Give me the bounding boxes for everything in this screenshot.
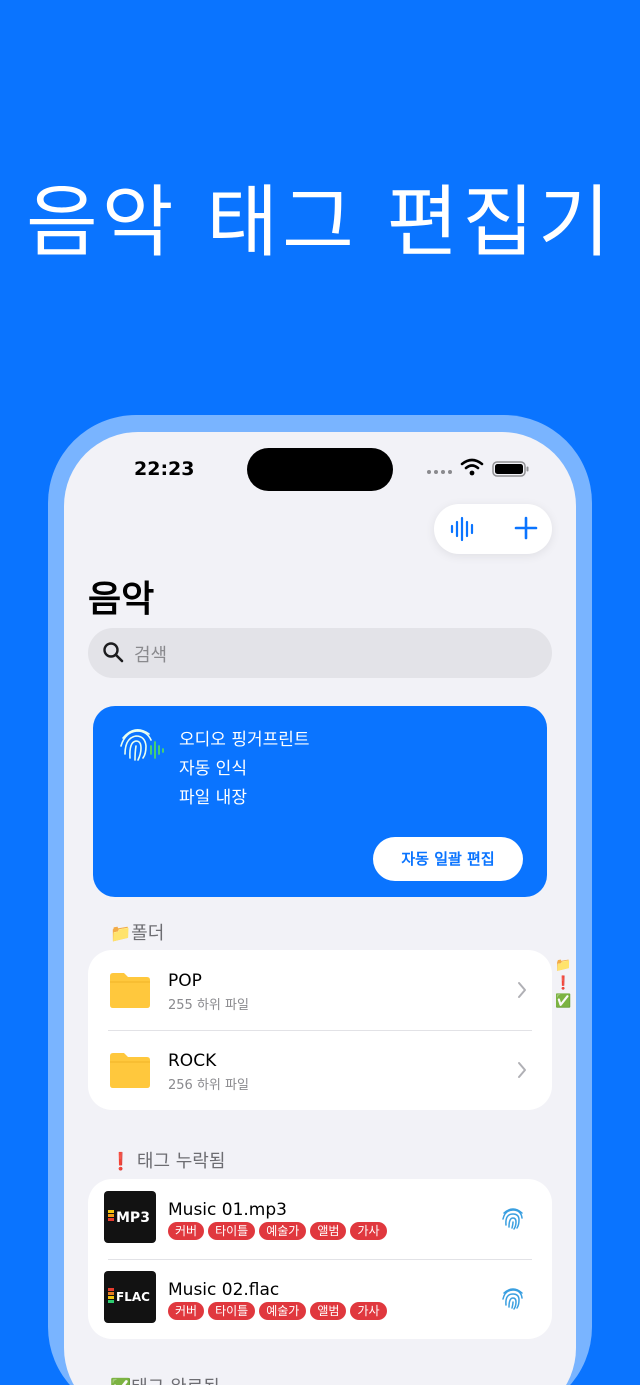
page-title: 음악 — [88, 579, 155, 620]
wifi-icon — [460, 458, 484, 476]
folder-list: POP 255 하위 파일 ROCK 256 하위 파일 — [88, 950, 552, 1110]
status-time: 22:23 — [134, 458, 195, 480]
exclamation-emoji-icon: ❗ — [110, 1152, 132, 1172]
search-input[interactable]: 검색 — [88, 628, 552, 678]
tag-chip: 타이틀 — [208, 1222, 256, 1240]
checkmark-emoji-icon: ✅ — [110, 1378, 131, 1385]
file-name: Music 01.mp3 — [168, 1200, 287, 1220]
file-row[interactable]: MP3 Music 01.mp3 커버 타이틀 예술가 앨범 가사 — [88, 1179, 552, 1259]
index-item-folders[interactable]: 📁 — [555, 958, 571, 973]
folder-subtitle: 255 하위 파일 — [168, 998, 249, 1013]
folder-icon — [110, 1053, 150, 1088]
missing-tag-chips: 커버 타이틀 예술가 앨범 가사 — [168, 1302, 387, 1320]
folder-name: ROCK — [168, 1051, 217, 1071]
section-title: 폴더 — [131, 923, 165, 944]
plus-icon[interactable] — [510, 512, 542, 544]
fingerprint-icon — [120, 729, 164, 761]
toolbar-pill — [434, 504, 552, 554]
tag-chip: 가사 — [350, 1222, 387, 1240]
index-item-missing[interactable]: ❗ — [555, 976, 571, 991]
folder-emoji-icon: 📁 — [110, 924, 132, 944]
missing-tag-chips: 커버 타이틀 예술가 앨범 가사 — [168, 1222, 387, 1240]
promo-line: 파일 내장 — [179, 788, 247, 808]
waveform-icon[interactable] — [448, 514, 478, 544]
section-index[interactable]: 📁 ❗ ✅ — [555, 958, 571, 1009]
search-icon — [103, 642, 124, 663]
tag-chip: 예술가 — [259, 1222, 307, 1240]
promo-line: 오디오 핑거프린트 — [179, 730, 310, 750]
tag-chip: 예술가 — [259, 1302, 307, 1320]
signal-dots-icon — [427, 470, 452, 474]
fingerprint-icon[interactable] — [500, 1204, 526, 1230]
tag-chip: 가사 — [350, 1302, 387, 1320]
chevron-right-icon — [518, 1062, 526, 1078]
fingerprint-promo-card[interactable]: 오디오 핑거프린트 자동 인식 파일 내장 자동 일괄 편집 — [93, 706, 547, 897]
section-header-folders: 📁폴더 — [110, 919, 164, 945]
album-art-mp3: MP3 — [104, 1191, 156, 1243]
tag-chip: 커버 — [168, 1302, 205, 1320]
folder-name: POP — [168, 971, 202, 991]
fingerprint-icon[interactable] — [500, 1284, 526, 1310]
file-row[interactable]: FLAC Music 02.flac 커버 타이틀 예술가 앨범 가사 — [88, 1259, 552, 1339]
tag-chip: 커버 — [168, 1222, 205, 1240]
level-bars-icon — [108, 1210, 114, 1221]
file-name: Music 02.flac — [168, 1280, 280, 1300]
hero-title: 음악 태그 편집기 — [26, 178, 614, 268]
promo-text: 오디오 핑거프린트 자동 인식 파일 내장 — [179, 726, 310, 813]
battery-icon — [492, 461, 529, 477]
phone-screen: 22:23 음악 검색 오디오 핑거프린트 자동 인식 파일 내장 자동 일괄 … — [64, 432, 576, 1385]
level-bars-icon — [108, 1288, 114, 1303]
section-header-complete-tags: ✅태그 완료됨 — [110, 1373, 220, 1385]
section-title: 태그 누락됨 — [136, 1151, 226, 1172]
folder-row-rock[interactable]: ROCK 256 하위 파일 — [88, 1030, 552, 1110]
dynamic-island — [247, 448, 393, 491]
tag-chip: 앨범 — [310, 1222, 347, 1240]
auto-batch-edit-button[interactable]: 자동 일괄 편집 — [373, 837, 523, 881]
section-title: 태그 완료됨 — [131, 1377, 220, 1385]
tag-chip: 타이틀 — [208, 1302, 256, 1320]
chevron-right-icon — [518, 982, 526, 998]
folder-icon — [110, 973, 150, 1008]
index-item-complete[interactable]: ✅ — [555, 994, 571, 1009]
search-placeholder: 검색 — [134, 645, 168, 666]
art-label: MP3 — [116, 1210, 150, 1226]
folder-row-pop[interactable]: POP 255 하위 파일 — [88, 950, 552, 1030]
folder-subtitle: 256 하위 파일 — [168, 1078, 249, 1093]
missing-tags-list: MP3 Music 01.mp3 커버 타이틀 예술가 앨범 가사 FLAC M… — [88, 1179, 552, 1339]
promo-line: 자동 인식 — [179, 759, 247, 779]
section-header-missing-tags: ❗ 태그 누락됨 — [110, 1147, 225, 1173]
art-label: FLAC — [116, 1290, 150, 1304]
album-art-flac: FLAC — [104, 1271, 156, 1323]
tag-chip: 앨범 — [310, 1302, 347, 1320]
